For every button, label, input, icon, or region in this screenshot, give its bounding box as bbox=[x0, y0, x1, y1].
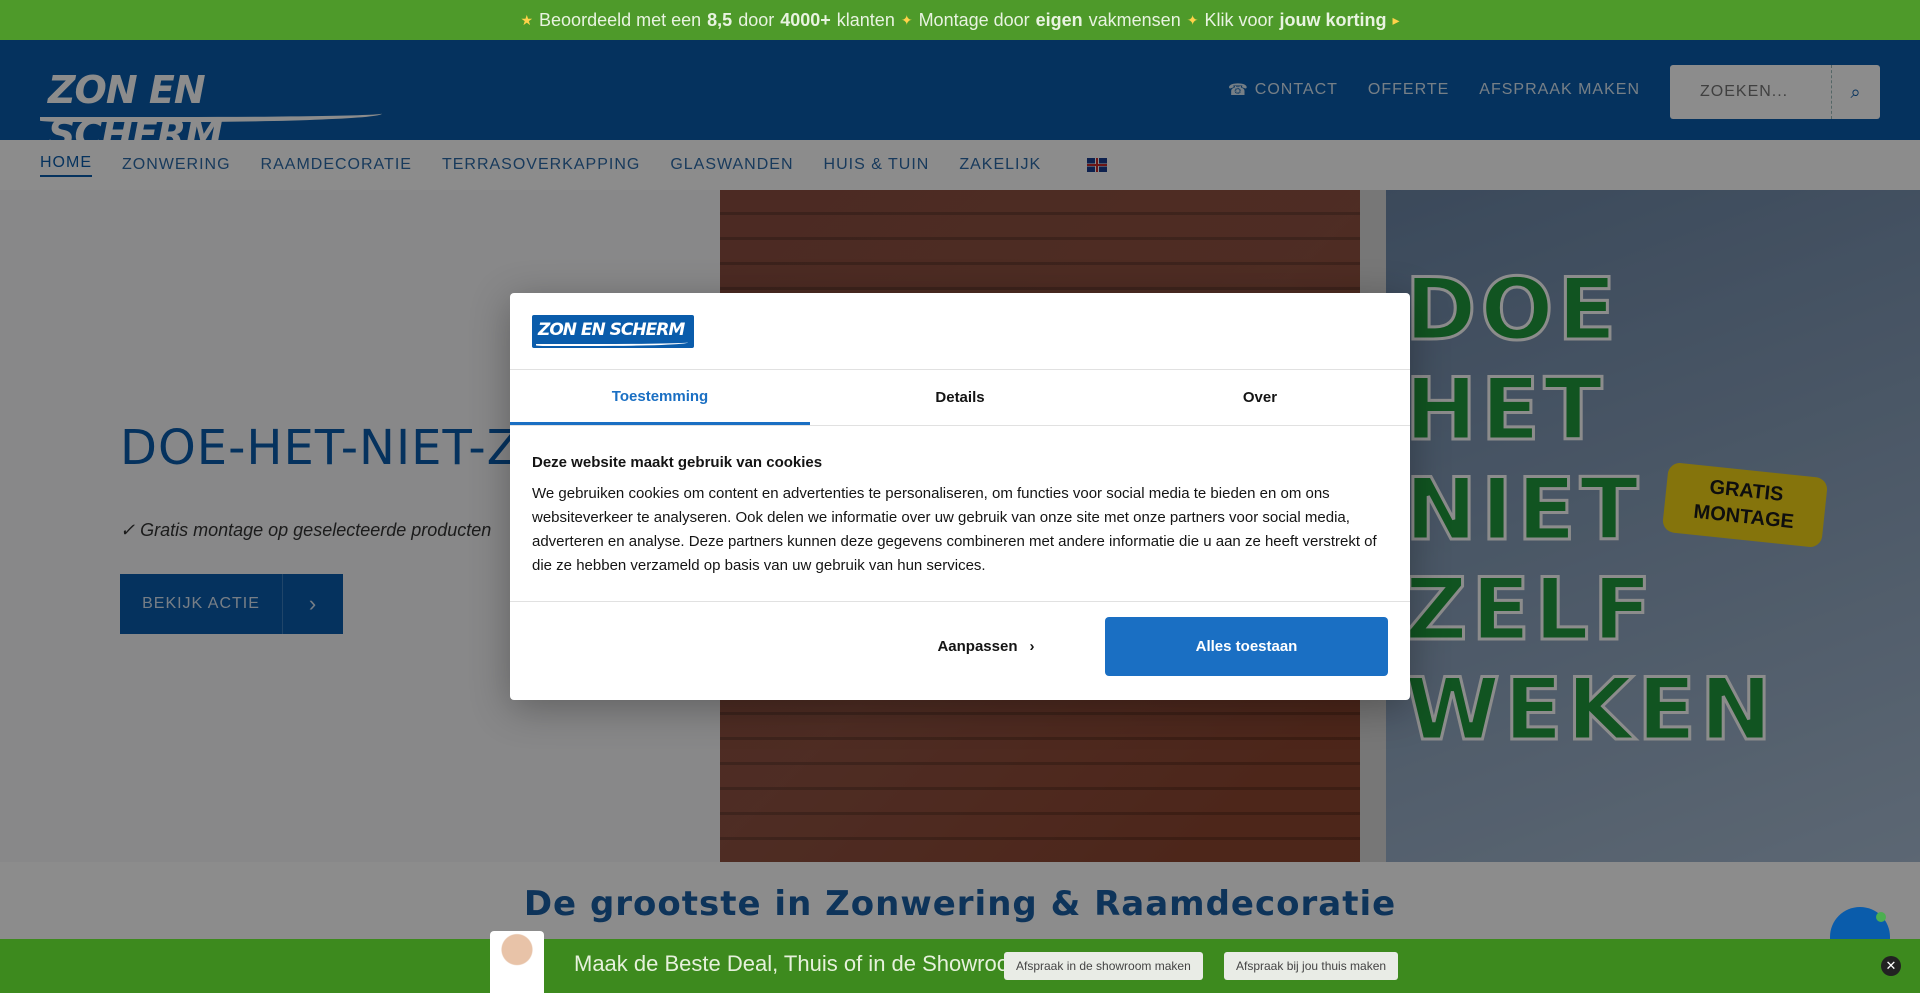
topbar-customers: 4000+ bbox=[780, 9, 831, 30]
tag-icon: ✦ bbox=[1186, 11, 1199, 28]
home-appointment-button[interactable]: Afspraak bij jou thuis maken bbox=[1224, 952, 1399, 980]
appointment-bar-text: Maak de Beste Deal, Thuis of in de Showr… bbox=[574, 951, 1034, 976]
divider bbox=[510, 601, 1410, 602]
customize-label: Aanpassen bbox=[937, 637, 1018, 655]
topbar-text-4: Montage door bbox=[918, 9, 1030, 30]
dialog-logo-swoosh bbox=[536, 340, 688, 346]
customize-button[interactable]: Aanpassen › bbox=[845, 617, 1127, 675]
appointment-bar: Maak de Beste Deal, Thuis of in de Showr… bbox=[0, 931, 1920, 993]
dialog-logo: ZON EN SCHERM bbox=[532, 315, 694, 348]
tab-about[interactable]: Over bbox=[1110, 370, 1410, 425]
dialog-body: We gebruiken cookies om content en adver… bbox=[532, 485, 1377, 574]
tab-consent[interactable]: Toestemming bbox=[510, 370, 810, 425]
wrench-icon: ✦ bbox=[900, 11, 913, 28]
tab-details[interactable]: Details bbox=[810, 370, 1110, 425]
topbar-text-6: Klik voor bbox=[1204, 9, 1274, 30]
topbar-text-1: Beoordeeld met een bbox=[539, 9, 702, 30]
chevron-right-icon: › bbox=[1029, 637, 1035, 655]
consent-tabs: Toestemming Details Over bbox=[510, 370, 1410, 426]
arrow-icon: ▸ bbox=[1392, 11, 1400, 28]
allow-all-button[interactable]: Alles toestaan bbox=[1105, 617, 1388, 676]
dialog-heading: Deze website maakt gebruik van cookies bbox=[532, 454, 823, 471]
showroom-appointment-button[interactable]: Afspraak in de showroom maken bbox=[1004, 952, 1203, 980]
topbar-rating: 8,5 bbox=[707, 9, 733, 30]
advisor-avatar bbox=[490, 931, 544, 993]
promo-topbar[interactable]: ★ Beoordeeld met een 8,5 door 4000+ klan… bbox=[0, 0, 1920, 40]
dialog-logo-text: ZON EN SCHERM bbox=[538, 320, 685, 340]
online-status-dot bbox=[1876, 912, 1886, 922]
topbar-own: eigen bbox=[1035, 9, 1083, 30]
topbar-text-5: vakmensen bbox=[1088, 9, 1181, 30]
star-icon: ★ bbox=[520, 11, 534, 28]
close-icon[interactable]: ✕ bbox=[1881, 956, 1901, 976]
topbar-discount[interactable]: jouw korting bbox=[1279, 10, 1386, 31]
topbar-text-3: klanten bbox=[836, 9, 895, 30]
cookie-consent-dialog: ZON EN SCHERM Toestemming Details Over D… bbox=[510, 293, 1410, 700]
topbar-text-2: door bbox=[738, 9, 775, 30]
